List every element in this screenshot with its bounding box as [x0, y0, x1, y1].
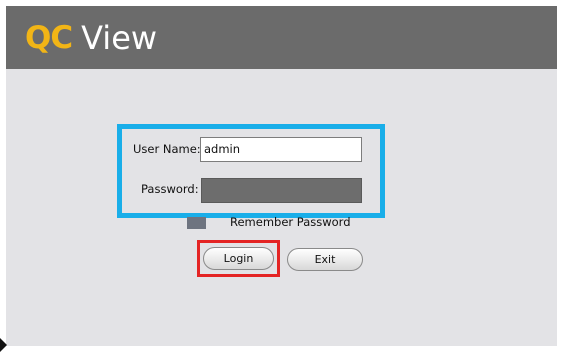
password-field[interactable] — [201, 178, 362, 203]
logo-mark: QC — [25, 19, 73, 56]
remember-password-checkbox[interactable] — [187, 217, 206, 229]
password-label: Password: — [141, 182, 199, 196]
mouse-pointer-icon — [0, 338, 7, 352]
logo-word: View — [81, 18, 158, 57]
exit-button[interactable]: Exit — [287, 248, 363, 271]
login-button[interactable]: Login — [203, 247, 274, 270]
username-field[interactable]: admin — [200, 137, 362, 162]
app-header: QC View — [6, 6, 557, 69]
username-label: User Name: — [133, 142, 201, 156]
remember-password-label: Remember Password — [230, 215, 351, 229]
